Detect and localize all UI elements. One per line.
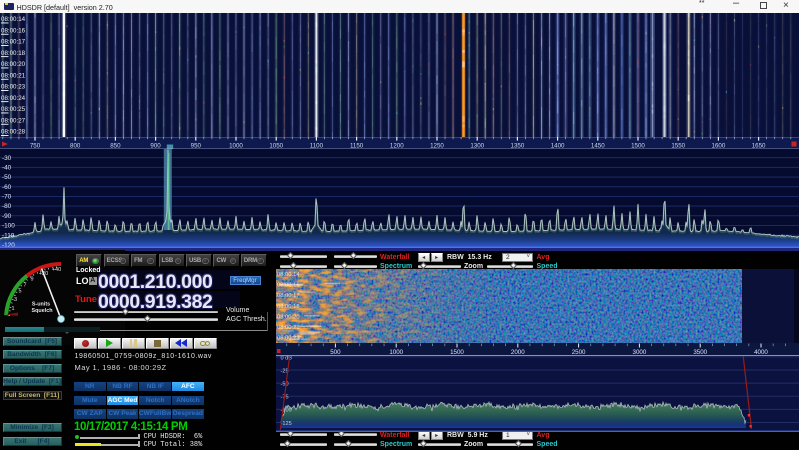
svg-text:-40: -40 — [2, 165, 12, 172]
svg-text:900: 900 — [150, 142, 161, 149]
svg-text:08:00:18: 08:00:18 — [277, 303, 300, 309]
svg-text:-125: -125 — [281, 421, 292, 427]
svg-text:08:00:23: 08:00:23 — [277, 335, 300, 341]
svg-text:08:00:17: 08:00:17 — [277, 293, 300, 299]
svg-text:08:00:24: 08:00:24 — [1, 95, 26, 102]
svg-text:5: 5 — [18, 289, 21, 295]
svg-text:1150: 1150 — [350, 142, 364, 149]
svg-text:08:00:21: 08:00:21 — [277, 325, 300, 331]
svg-text:1: 1 — [11, 306, 14, 312]
svg-text:08:00:27: 08:00:27 — [1, 118, 26, 125]
svg-text:08:00:18: 08:00:18 — [1, 50, 26, 57]
svg-text:1450: 1450 — [591, 142, 605, 149]
svg-text:1250: 1250 — [430, 142, 444, 149]
svg-text:3: 3 — [14, 297, 17, 303]
svg-text:1050: 1050 — [269, 142, 283, 149]
svg-text:08:00:14: 08:00:14 — [1, 16, 26, 23]
svg-text:9: 9 — [30, 277, 33, 283]
svg-text:1400: 1400 — [551, 142, 565, 149]
svg-text:500: 500 — [330, 349, 341, 356]
svg-text:08:00:16: 08:00:16 — [277, 282, 300, 288]
svg-text:08:00:25: 08:00:25 — [1, 106, 26, 113]
svg-text:08:00:20: 08:00:20 — [1, 61, 26, 68]
svg-text:800: 800 — [70, 142, 81, 149]
svg-text:08:00:16: 08:00:16 — [1, 27, 26, 34]
svg-text:-110: -110 — [2, 232, 15, 239]
svg-text:-60: -60 — [2, 184, 12, 191]
svg-text:3000: 3000 — [633, 349, 647, 356]
svg-text:-50: -50 — [2, 174, 12, 181]
svg-text:08:00:14: 08:00:14 — [277, 272, 300, 278]
svg-text:7: 7 — [23, 283, 26, 289]
svg-text:08:00:20: 08:00:20 — [277, 314, 300, 320]
svg-text:08:00:21: 08:00:21 — [1, 73, 26, 80]
svg-text:1000: 1000 — [229, 142, 243, 149]
svg-text:+40: +40 — [52, 267, 61, 273]
svg-text:0 dB: 0 dB — [281, 356, 293, 361]
svg-text:1350: 1350 — [511, 142, 525, 149]
svg-text:1000: 1000 — [389, 349, 403, 356]
svg-text:750: 750 — [30, 142, 41, 149]
svg-text:1300: 1300 — [470, 142, 484, 149]
svg-text:-90: -90 — [2, 213, 12, 220]
svg-text:-80: -80 — [2, 203, 12, 210]
svg-text:08:00:17: 08:00:17 — [1, 39, 26, 46]
svg-text:S-units: S-units — [32, 302, 50, 308]
svg-text:850: 850 — [110, 142, 121, 149]
svg-text:1200: 1200 — [390, 142, 404, 149]
svg-text:1100: 1100 — [310, 142, 324, 149]
svg-text:1550: 1550 — [671, 142, 685, 149]
svg-text:3500: 3500 — [693, 349, 707, 356]
svg-text:-30: -30 — [2, 155, 12, 162]
svg-text:08:00:23: 08:00:23 — [1, 84, 26, 91]
svg-text:1600: 1600 — [712, 142, 726, 149]
svg-text:-50: -50 — [281, 382, 289, 388]
svg-text:1650: 1650 — [752, 142, 766, 149]
svg-text:2000: 2000 — [511, 349, 525, 356]
svg-text:-100: -100 — [2, 223, 15, 230]
svg-text:2500: 2500 — [572, 349, 586, 356]
svg-text:-70: -70 — [2, 194, 12, 201]
svg-text:4000: 4000 — [754, 349, 768, 356]
svg-text:08:00:28: 08:00:28 — [1, 129, 26, 136]
svg-text:Squelch: Squelch — [32, 308, 53, 314]
svg-text:1500: 1500 — [450, 349, 464, 356]
svg-text:1500: 1500 — [631, 142, 645, 149]
svg-text:950: 950 — [191, 142, 202, 149]
